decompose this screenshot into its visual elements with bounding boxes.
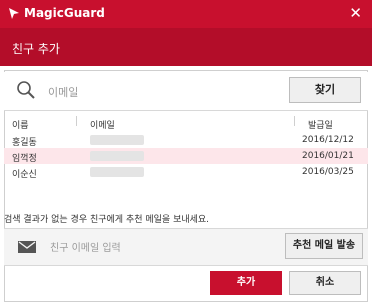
page-title: 친구 추가: [12, 42, 60, 56]
close-icon[interactable]: ✕: [349, 3, 362, 23]
table-row[interactable]: 이순신 2016/03/25: [4, 164, 368, 180]
dialog-header: 친구 추가: [0, 28, 372, 66]
row-name: 홍길동: [12, 138, 37, 148]
find-button[interactable]: 찾기: [289, 77, 361, 103]
row-email-redacted: [90, 151, 144, 161]
column-header-name: 이름: [12, 121, 29, 131]
column-divider[interactable]: [294, 116, 295, 126]
mail-icon: [18, 241, 36, 253]
table-row-selected[interactable]: 임꺽정 2016/01/21: [4, 148, 368, 164]
table-row[interactable]: 홍길동 2016/12/12: [4, 132, 368, 148]
send-recommendation-button[interactable]: 추천 메일 발송: [285, 233, 363, 259]
search-input[interactable]: [46, 82, 280, 102]
column-header-date: 발급일: [308, 121, 333, 131]
title-bar: MagicGuard ✕: [0, 0, 372, 28]
friend-email-input[interactable]: [48, 239, 282, 257]
window-title: MagicGuard: [24, 6, 105, 20]
row-date: 2016/03/25: [302, 167, 354, 177]
no-result-notice: 검색 결과가 없는 경우 친구에게 추천 메일을 보내세요.: [4, 215, 210, 225]
row-email-redacted: [90, 167, 144, 177]
row-name: 이순신: [12, 170, 37, 180]
row-email-redacted: [90, 135, 144, 145]
magicguard-logo-icon: [9, 8, 19, 19]
column-header-email: 이메일: [90, 121, 115, 131]
row-name: 임꺽정: [12, 154, 37, 164]
column-divider[interactable]: [76, 116, 77, 126]
cancel-button[interactable]: 취소: [289, 271, 361, 295]
add-button[interactable]: 추가: [210, 271, 282, 295]
table-header: 이름 이메일 발급일: [4, 116, 368, 131]
row-date: 2016/12/12: [302, 135, 354, 145]
row-date: 2016/01/21: [302, 151, 354, 161]
search-icon: [17, 81, 35, 99]
